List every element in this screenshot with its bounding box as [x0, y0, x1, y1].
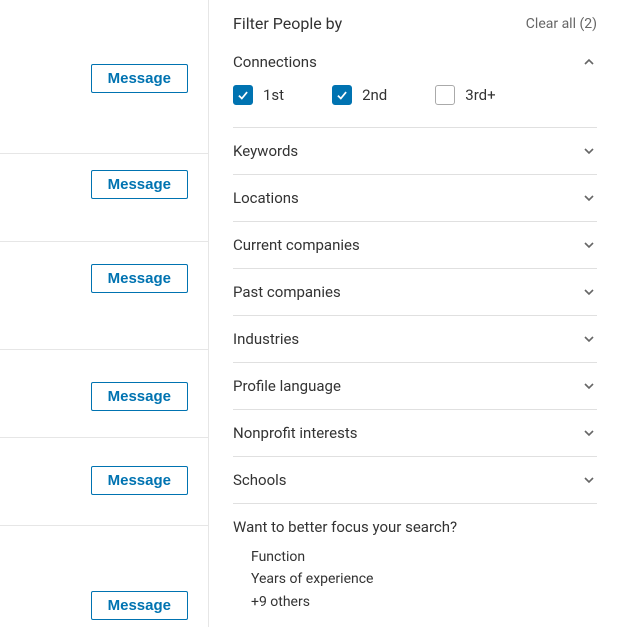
- checkbox-2nd[interactable]: 2nd: [332, 85, 387, 105]
- filter-section-title: Keywords: [233, 142, 298, 160]
- checkbox-icon: [435, 85, 455, 105]
- filter-section-industries[interactable]: Industries: [233, 330, 597, 348]
- chevron-down-icon: [581, 425, 597, 441]
- message-button[interactable]: Message: [91, 382, 188, 411]
- chevron-down-icon: [581, 378, 597, 394]
- results-column: Message Message Message Message Message …: [0, 0, 208, 627]
- filter-section-profile-language[interactable]: Profile language: [233, 377, 597, 395]
- checkbox-label: 3rd+: [465, 86, 495, 104]
- result-row: Message: [0, 526, 208, 636]
- premium-upsell: Want to better focus your search? Functi…: [233, 504, 597, 627]
- checkbox-3rd[interactable]: 3rd+: [435, 85, 495, 105]
- chevron-down-icon: [581, 190, 597, 206]
- filter-section-title: Locations: [233, 189, 299, 207]
- filter-section-locations[interactable]: Locations: [233, 189, 597, 207]
- result-row: Message: [0, 350, 208, 438]
- checkbox-1st[interactable]: 1st: [233, 85, 284, 105]
- checkbox-icon: [233, 85, 253, 105]
- clear-all-link[interactable]: Clear all (2): [526, 16, 597, 32]
- filter-section-title: Profile language: [233, 377, 341, 395]
- chevron-up-icon: [581, 54, 597, 70]
- filter-section-current-companies[interactable]: Current companies: [233, 236, 597, 254]
- message-button[interactable]: Message: [91, 170, 188, 199]
- filter-section-schools[interactable]: Schools: [233, 471, 597, 489]
- checkbox-label: 2nd: [362, 86, 387, 104]
- filter-section-title: Past companies: [233, 283, 341, 301]
- result-row: Message: [0, 438, 208, 526]
- result-row: Message: [0, 154, 208, 242]
- message-button[interactable]: Message: [91, 591, 188, 620]
- premium-item: Function: [251, 546, 597, 568]
- filter-section-nonprofit-interests[interactable]: Nonprofit interests: [233, 424, 597, 442]
- premium-item: +9 others: [251, 591, 597, 613]
- filter-section-keywords[interactable]: Keywords: [233, 142, 597, 160]
- filter-section-title: Schools: [233, 471, 287, 489]
- result-row: Message: [0, 0, 208, 154]
- premium-title: Want to better focus your search?: [233, 518, 597, 536]
- filter-section-title: Industries: [233, 330, 299, 348]
- message-button[interactable]: Message: [91, 466, 188, 495]
- filter-panel: Filter People by Clear all (2) Connectio…: [208, 0, 621, 627]
- connections-title: Connections: [233, 53, 317, 71]
- checkbox-icon: [332, 85, 352, 105]
- chevron-down-icon: [581, 472, 597, 488]
- chevron-down-icon: [581, 331, 597, 347]
- filter-section-title: Current companies: [233, 236, 360, 254]
- premium-item: Years of experience: [251, 568, 597, 590]
- message-button[interactable]: Message: [91, 64, 188, 93]
- result-row: Message: [0, 242, 208, 350]
- filter-title: Filter People by: [233, 14, 342, 33]
- checkbox-label: 1st: [263, 86, 284, 104]
- message-button[interactable]: Message: [91, 264, 188, 293]
- connections-options: 1st 2nd 3rd+: [233, 85, 597, 113]
- filter-section-past-companies[interactable]: Past companies: [233, 283, 597, 301]
- chevron-down-icon: [581, 143, 597, 159]
- chevron-down-icon: [581, 237, 597, 253]
- filter-section-connections[interactable]: Connections: [233, 53, 597, 71]
- chevron-down-icon: [581, 284, 597, 300]
- filter-section-title: Nonprofit interests: [233, 424, 357, 442]
